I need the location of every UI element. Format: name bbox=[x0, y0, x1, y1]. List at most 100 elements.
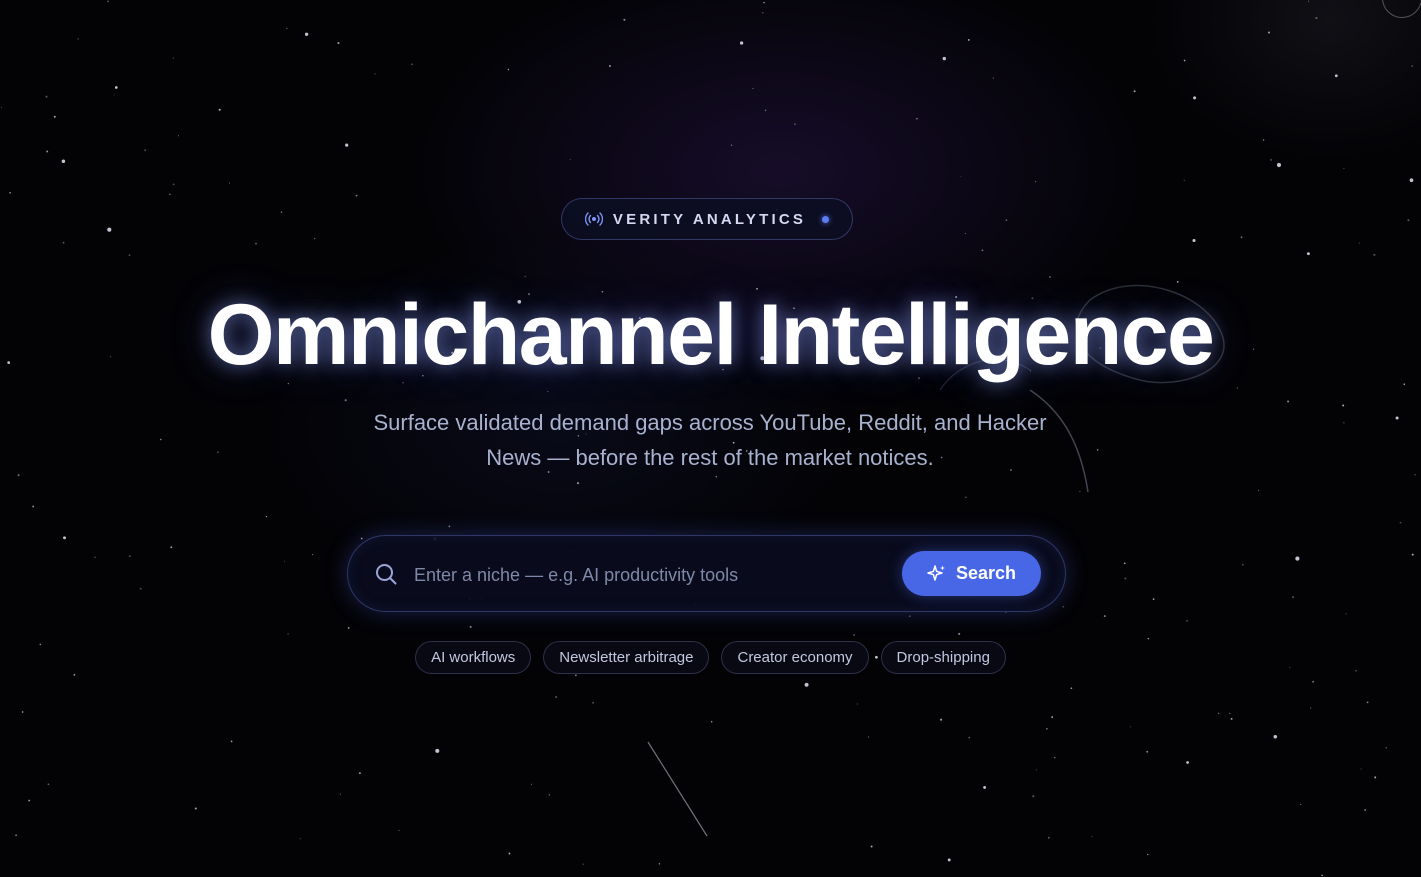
hero-title: Omnichannel Intelligence bbox=[207, 287, 1215, 383]
suggestion-chip[interactable]: Creator economy bbox=[721, 641, 869, 674]
star bbox=[15, 834, 17, 837]
chip-label: AI workflows bbox=[431, 649, 516, 666]
star bbox=[1342, 404, 1345, 407]
star bbox=[1334, 74, 1338, 78]
star bbox=[1411, 553, 1414, 556]
star bbox=[1360, 768, 1362, 770]
star bbox=[1374, 776, 1377, 779]
star bbox=[1395, 416, 1399, 420]
star bbox=[908, 615, 911, 618]
star bbox=[73, 673, 76, 676]
star bbox=[1103, 615, 1106, 618]
sparkle-icon bbox=[927, 564, 947, 584]
star bbox=[1345, 613, 1347, 615]
star bbox=[1051, 716, 1054, 719]
star bbox=[1270, 159, 1272, 161]
star bbox=[1308, 0, 1310, 2]
star bbox=[107, 227, 112, 232]
star bbox=[194, 807, 197, 810]
star bbox=[172, 183, 175, 186]
star bbox=[658, 863, 661, 865]
star bbox=[1147, 637, 1150, 640]
star bbox=[1273, 734, 1278, 739]
star bbox=[17, 474, 20, 477]
star bbox=[1147, 853, 1149, 856]
star bbox=[287, 633, 289, 635]
star bbox=[1312, 680, 1315, 683]
star bbox=[967, 38, 970, 41]
star bbox=[1315, 16, 1318, 20]
star bbox=[32, 505, 35, 508]
star bbox=[286, 27, 288, 29]
star bbox=[1230, 717, 1233, 720]
star bbox=[139, 587, 142, 590]
star bbox=[867, 736, 870, 738]
star bbox=[1310, 707, 1312, 709]
star bbox=[1183, 179, 1185, 181]
star bbox=[1133, 90, 1136, 93]
star bbox=[715, 475, 718, 478]
chip-label: Creator economy bbox=[737, 649, 853, 666]
star bbox=[1287, 400, 1290, 403]
search-input[interactable] bbox=[412, 554, 886, 596]
search-bar: Search bbox=[347, 535, 1066, 612]
star bbox=[0, 106, 3, 108]
star bbox=[1124, 577, 1127, 580]
star bbox=[1152, 598, 1155, 600]
star bbox=[960, 175, 962, 177]
star bbox=[1032, 795, 1035, 798]
star bbox=[230, 740, 233, 743]
star bbox=[992, 77, 995, 79]
star bbox=[9, 191, 11, 194]
star bbox=[128, 254, 131, 257]
star bbox=[1300, 803, 1302, 806]
star bbox=[1034, 180, 1037, 183]
star bbox=[1047, 836, 1050, 839]
star bbox=[169, 193, 171, 196]
star bbox=[255, 242, 257, 245]
star bbox=[1146, 750, 1149, 753]
star bbox=[314, 238, 316, 240]
chip-label: Drop-shipping bbox=[896, 649, 990, 666]
star bbox=[53, 115, 56, 118]
star bbox=[940, 718, 943, 721]
star bbox=[1193, 96, 1197, 100]
star bbox=[1130, 726, 1132, 728]
star bbox=[524, 275, 526, 278]
star bbox=[217, 451, 219, 454]
star bbox=[312, 554, 314, 556]
star bbox=[1364, 809, 1367, 811]
suggestion-chip[interactable]: Drop-shipping bbox=[880, 641, 1006, 674]
star bbox=[1062, 605, 1065, 608]
search-button[interactable]: Search bbox=[902, 551, 1041, 596]
star bbox=[28, 799, 31, 802]
star bbox=[794, 123, 796, 125]
star bbox=[1186, 619, 1189, 622]
star bbox=[1321, 874, 1323, 877]
brand-name: VERITY ANALYTICS bbox=[612, 210, 807, 228]
star bbox=[144, 149, 146, 151]
star bbox=[113, 94, 115, 96]
star bbox=[61, 159, 66, 163]
star bbox=[574, 674, 577, 677]
star bbox=[337, 42, 340, 45]
star bbox=[507, 68, 510, 71]
star bbox=[730, 144, 733, 146]
star bbox=[62, 241, 65, 244]
star bbox=[63, 536, 66, 540]
star bbox=[77, 38, 79, 40]
star bbox=[358, 772, 361, 775]
suggestion-chip[interactable]: AI workflows bbox=[415, 641, 532, 674]
search-button-label: Search bbox=[955, 563, 1017, 583]
star bbox=[1373, 253, 1376, 256]
search-icon bbox=[374, 562, 398, 586]
star bbox=[339, 793, 341, 795]
star bbox=[129, 555, 131, 557]
star bbox=[968, 737, 970, 739]
suggestion-chip[interactable]: Newsletter arbitrage bbox=[543, 641, 710, 674]
star bbox=[172, 57, 174, 59]
star bbox=[1295, 556, 1300, 561]
star bbox=[739, 41, 744, 45]
star bbox=[530, 783, 532, 785]
star bbox=[916, 117, 918, 120]
